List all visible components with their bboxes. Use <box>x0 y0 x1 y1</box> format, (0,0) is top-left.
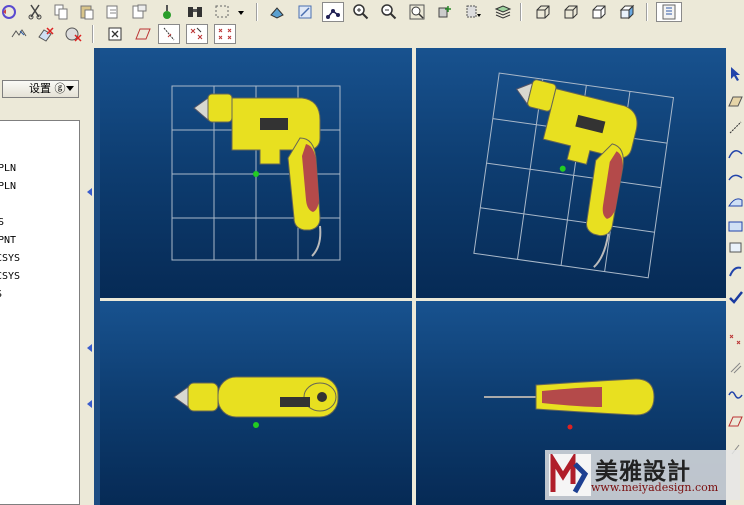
paste-icon[interactable] <box>76 2 98 22</box>
axis-icon[interactable] <box>727 118 744 136</box>
blend-surface-icon[interactable] <box>727 216 744 234</box>
boundary-icon[interactable] <box>727 238 744 256</box>
tree-item[interactable]: PLN <box>0 181 16 192</box>
datum-planes-icon[interactable] <box>132 24 154 44</box>
feature-toolbar <box>726 48 744 505</box>
sketched-curve-icon[interactable] <box>727 168 744 186</box>
sweep-icon[interactable] <box>727 262 744 280</box>
close-window-icon[interactable] <box>104 24 126 44</box>
settings-dropdown[interactable]: 设置 ⓖ <box>2 80 79 98</box>
wave-icon[interactable] <box>727 384 744 402</box>
no-hidden-icon[interactable] <box>588 2 610 22</box>
model-tree-icon[interactable] <box>656 2 682 22</box>
collapse-arrow-icon[interactable] <box>87 344 92 352</box>
regenerate-icon[interactable] <box>0 2 20 22</box>
tree-item[interactable]: PNT <box>0 235 16 246</box>
model-tree[interactable]: PLN PLN S PNT CSYS CSYS S <box>0 120 80 505</box>
toolbar-separator <box>646 3 648 21</box>
cut-icon[interactable] <box>24 2 46 22</box>
copy-icon[interactable] <box>50 2 72 22</box>
copy-special-icon[interactable] <box>128 2 150 22</box>
drill-model-front-view <box>484 378 655 430</box>
binoculars-icon[interactable] <box>184 2 206 22</box>
watermark-url: www.meiyadesign.com <box>591 481 719 494</box>
points-icon[interactable] <box>727 330 744 348</box>
navigator-panel: 设置 ⓖ PLN PLN S PNT CSYS CSYS S <box>0 76 96 505</box>
toolbar-separator <box>520 3 522 21</box>
watermark: 美雅設計 www.meiyadesign.com <box>545 450 740 500</box>
panel-splitter[interactable] <box>86 76 94 505</box>
settings-label: 设置 ⓖ <box>29 82 66 95</box>
offset-icon[interactable] <box>727 358 744 376</box>
viewport-bottom-left[interactable] <box>100 301 412 505</box>
traffic-light-icon[interactable] <box>156 2 178 22</box>
meiya-logo <box>549 454 591 496</box>
orient-icon[interactable] <box>266 2 288 22</box>
zoom-out-icon[interactable] <box>378 2 400 22</box>
datum-axes-icon[interactable] <box>158 24 180 44</box>
drill-model <box>515 79 638 268</box>
check-icon[interactable] <box>727 288 744 306</box>
datum-axis-icon[interactable] <box>322 2 344 22</box>
wireframe-icon[interactable] <box>532 2 554 22</box>
toolbar-separator <box>92 25 94 43</box>
paste-special-icon[interactable] <box>102 2 124 22</box>
surface-icon[interactable] <box>727 192 744 210</box>
drill-model-top-view <box>173 376 339 428</box>
collapse-arrow-icon[interactable] <box>87 188 92 196</box>
refit-icon[interactable] <box>406 2 428 22</box>
datum-points-icon[interactable] <box>186 24 208 44</box>
saved-views-icon[interactable] <box>462 2 484 22</box>
select-arrow-icon[interactable] <box>727 64 744 82</box>
remove-icon[interactable] <box>62 24 84 44</box>
datum-toolbar <box>0 22 260 46</box>
parallelogram-icon[interactable] <box>727 412 744 430</box>
main-toolbar <box>0 0 744 24</box>
coordinate-systems-icon[interactable] <box>214 24 236 44</box>
tree-item[interactable]: S <box>0 217 4 228</box>
tree-item[interactable]: S <box>0 289 2 300</box>
curve-icon[interactable] <box>727 144 744 162</box>
drill-model <box>193 93 322 257</box>
shading-icon[interactable] <box>616 2 638 22</box>
select-box-icon[interactable] <box>212 2 234 22</box>
tree-item[interactable]: CSYS <box>0 253 20 264</box>
zoom-in-icon[interactable] <box>350 2 372 22</box>
toolbar-separator <box>256 3 258 21</box>
tree-item[interactable]: PLN <box>0 163 16 174</box>
dropdown-arrow-icon[interactable] <box>234 2 248 22</box>
sketch-icon[interactable] <box>294 2 316 22</box>
spin-center-icon[interactable] <box>434 2 456 22</box>
hidden-line-icon[interactable] <box>560 2 582 22</box>
layers-icon[interactable] <box>492 2 514 22</box>
plane-icon[interactable] <box>727 92 744 110</box>
chevron-down-icon <box>66 86 74 91</box>
erase-icon[interactable] <box>34 24 56 44</box>
viewport-top-left[interactable] <box>100 48 412 298</box>
viewport-top-right[interactable] <box>416 48 726 298</box>
collapse-arrow-icon[interactable] <box>87 400 92 408</box>
tree-item[interactable]: CSYS <box>0 271 20 282</box>
datum-display-icon[interactable] <box>8 24 30 44</box>
